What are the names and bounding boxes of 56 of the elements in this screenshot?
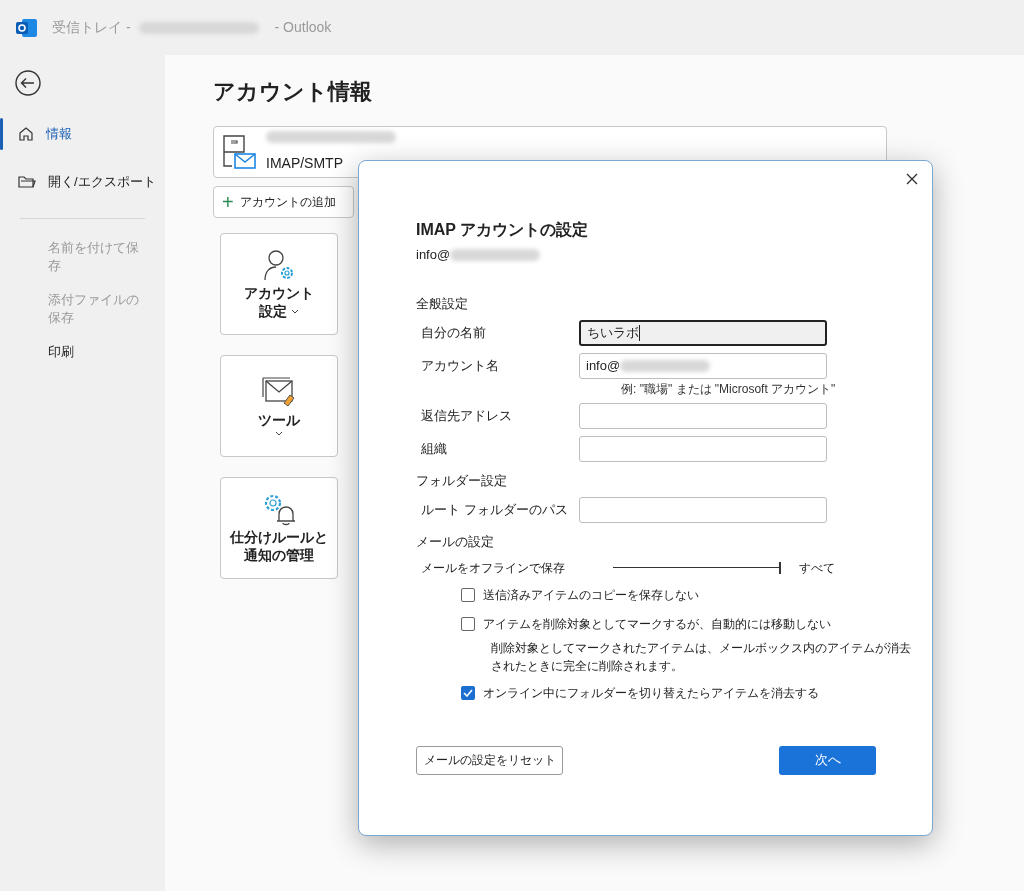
checkbox-label: 送信済みアイテムのコピーを保存しない [483,587,699,604]
section-heading: フォルダー設定 [416,471,508,490]
close-icon[interactable] [906,173,918,185]
field-label: ルート フォルダーのパス [420,501,569,520]
chevron-icon [275,431,283,437]
input-field[interactable]: info@ [579,353,827,379]
tile-label: 通知の管理 [244,547,314,563]
gear-bell-icon [262,492,296,526]
reset-button[interactable]: メールの設定をリセット [416,745,563,775]
outlook-logo-icon [16,17,38,38]
add-account-button[interactable]: + アカウントの追加 [213,186,354,218]
tile-label: 設定 [259,303,287,319]
account-email: info@ [416,246,451,264]
field-label: 組織 [420,440,448,459]
sidebar-item[interactable]: 情報 [0,110,165,158]
note-text: 削除対象としてマークされたアイテムは、メールボックス内のアイテムが消去されたときに完全に削除されます。 [490,639,912,675]
slider-label: メールをオフラインで保存 [421,559,566,577]
checkbox-label: アイテムを削除対象としてマークするが、自動的には移動しない [483,616,831,633]
input-field[interactable] [579,436,827,462]
hint-text: 例: "職場" または "Microsoft アカウント" [620,380,837,398]
checkbox[interactable] [461,617,475,631]
slider-track[interactable] [613,561,781,574]
input-field[interactable] [579,497,827,523]
input-field[interactable]: ちいラボ [579,320,827,346]
account-icon [222,134,256,170]
check-icon [463,689,473,697]
sidebar-item[interactable]: 印刷 [0,335,165,369]
window-title: 受信トレイ - [52,18,131,37]
sidebar-item[interactable]: 開く/エクスポート [0,158,165,206]
tile-label: ツール [258,412,300,428]
checkbox-label: オンライン中にフォルダーを切り替えたらアイテムを消去する [483,685,819,702]
tile-label: アカウント [244,285,314,301]
field-label: 返信先アドレス [420,407,513,426]
checkbox[interactable] [461,588,475,602]
chevron-icon [291,309,299,316]
input-field[interactable] [579,403,827,429]
tile-button[interactable]: 仕分けルールと 通知の管理 [220,477,338,579]
app-name: - Outlook [274,18,332,37]
person-gear-icon [262,248,296,282]
slider-value: すべて [799,559,835,577]
page-heading: アカウント情報 [213,78,373,106]
tile-label: 仕分けルールと [230,529,328,545]
checkbox[interactable] [461,686,475,700]
plus-icon: + [222,192,234,212]
field-label: アカウント名 [420,357,500,376]
section-heading: 全般設定 [416,294,469,313]
section-heading: メールの設定 [416,532,495,551]
home-icon [18,126,34,142]
tile-button[interactable]: ツール [220,355,338,457]
folder-icon [18,175,36,189]
next-button[interactable]: 次へ [779,745,876,775]
field-label: 自分の名前 [420,324,487,343]
tile-button[interactable]: アカウント 設定 [220,233,338,335]
envelope-brush-icon [262,375,296,409]
dialog-title: IMAP アカウントの設定 [416,220,590,240]
account-type: IMAP/SMTP [266,153,344,173]
